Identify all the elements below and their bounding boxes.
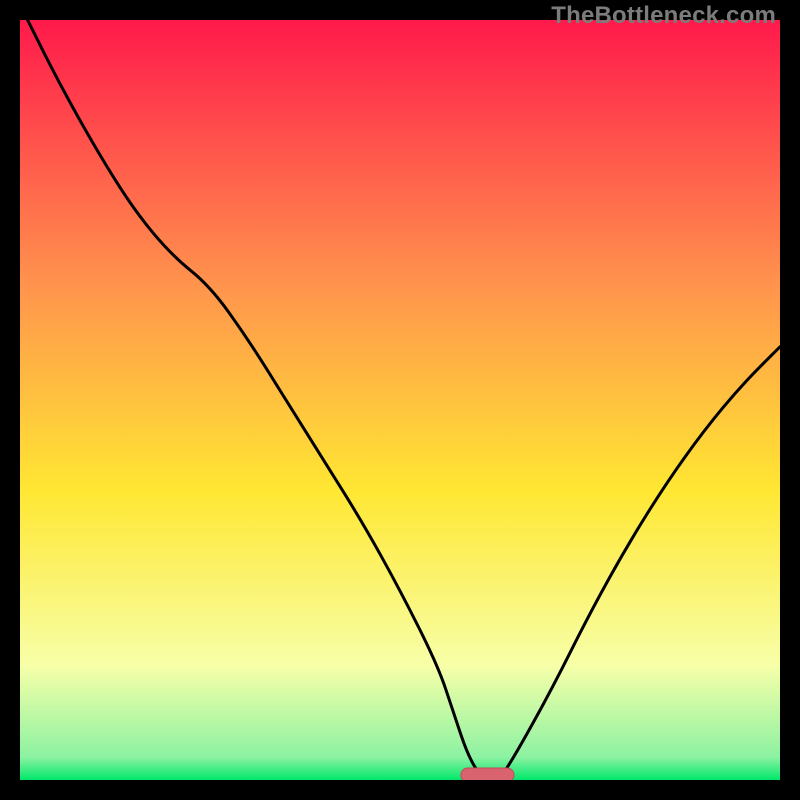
chart-svg bbox=[20, 20, 780, 780]
chart-frame: TheBottleneck.com bbox=[0, 0, 800, 800]
plot-area bbox=[20, 20, 780, 780]
gradient-background bbox=[20, 20, 780, 780]
optimal-range-marker bbox=[461, 768, 514, 780]
watermark-text: TheBottleneck.com bbox=[551, 2, 776, 30]
